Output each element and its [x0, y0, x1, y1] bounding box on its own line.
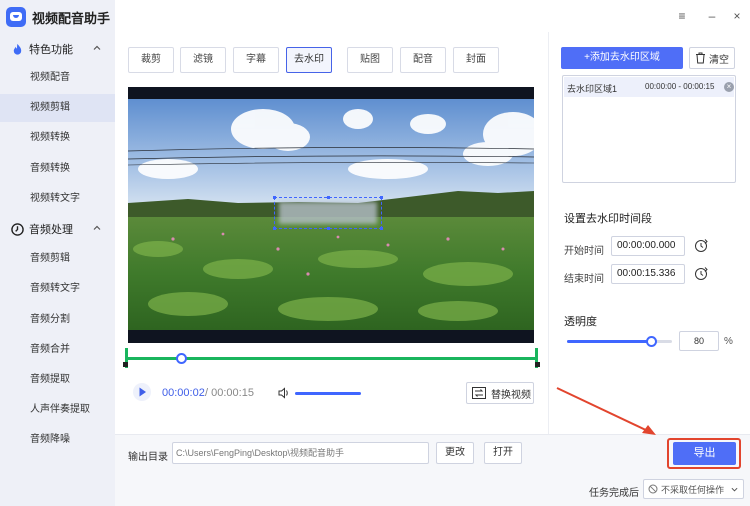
playhead-handle[interactable]	[176, 353, 188, 364]
chevron-up-icon	[93, 45, 101, 50]
start-time-label: 开始时间	[564, 246, 604, 257]
sidebar-item-audio-editing[interactable]: 音频剪辑	[0, 245, 115, 273]
video-preview[interactable]	[128, 87, 534, 343]
sidebar-item-audio-merge[interactable]: 音频合并	[0, 336, 115, 364]
section-audio-label: 音频处理	[29, 224, 73, 236]
output-dir-label: 输出目录	[128, 452, 168, 463]
region-name: 去水印区域1	[567, 84, 618, 94]
clock-icon	[11, 222, 24, 236]
flame-icon	[13, 43, 22, 55]
opacity-slider-thumb[interactable]	[646, 336, 657, 347]
chevron-up-icon	[93, 225, 101, 230]
clear-label: 清空	[709, 54, 729, 66]
resize-handle[interactable]	[273, 196, 276, 199]
sidebar-item-video-convert[interactable]: 视频转换	[0, 124, 115, 152]
opacity-slider-fill	[567, 340, 651, 343]
tab-sticker[interactable]: 贴图	[347, 47, 393, 73]
sidebar: 视频配音助手 特色功能 视频配音 视频剪辑 视频转换 音频转换 视频转文字 音频…	[0, 0, 115, 506]
output-path-field[interactable]: C:\Users\FengPing\Desktop\视频配音助手	[172, 442, 429, 464]
export-button[interactable]: 导出	[673, 442, 736, 465]
sidebar-item-audio-split[interactable]: 音频分割	[0, 306, 115, 334]
sidebar-item-video-dubbing[interactable]: 视频配音	[0, 64, 115, 92]
sidebar-item-audio-extract[interactable]: 音频提取	[0, 366, 115, 394]
trash-icon	[696, 52, 705, 64]
after-task-label: 任务完成后	[589, 488, 639, 499]
range-start-cap	[123, 362, 128, 367]
after-task-select[interactable]: 不采取任何操作	[643, 479, 744, 499]
close-button[interactable]: ×	[731, 10, 743, 22]
replace-video-icon	[472, 387, 486, 399]
replace-video-button[interactable]: 替换视频	[466, 382, 534, 404]
play-icon[interactable]	[133, 383, 151, 401]
sidebar-item-video-editing[interactable]: 视频剪辑	[0, 94, 115, 122]
opacity-unit: %	[724, 336, 733, 347]
list-item[interactable]: 去水印区域1 00:00:00 - 00:00:15 ×	[564, 77, 734, 97]
clock-reset-icon[interactable]	[694, 266, 709, 281]
tab-subtitle[interactable]: 字幕	[233, 47, 279, 73]
timeline-track[interactable]	[128, 357, 538, 360]
tab-remove-watermark[interactable]: 去水印	[286, 47, 332, 73]
current-time: 00:00:02	[162, 387, 205, 399]
app-logo-icon	[6, 7, 26, 27]
remove-region-icon[interactable]: ×	[724, 82, 734, 92]
replace-video-label: 替换视频	[491, 389, 531, 401]
sidebar-item-audio-convert[interactable]: 音频转换	[0, 155, 115, 183]
app-title: 视频配音助手	[32, 10, 111, 26]
resize-handle[interactable]	[327, 227, 330, 230]
range-end-cap	[535, 362, 540, 367]
add-watermark-region-button[interactable]: +添加去水印区域	[561, 47, 683, 69]
tab-dubbing[interactable]: 配音	[400, 47, 446, 73]
section-features[interactable]: 特色功能	[0, 37, 115, 61]
volume-slider[interactable]	[295, 392, 361, 395]
change-dir-button[interactable]: 更改	[436, 442, 474, 464]
no-action-icon	[648, 484, 658, 494]
clock-reset-icon[interactable]	[694, 238, 709, 253]
total-time: / 00:00:15	[205, 387, 254, 399]
region-time: 00:00:00 - 00:00:15	[645, 82, 715, 91]
minimize-button[interactable]: –	[706, 10, 718, 22]
section-features-label: 特色功能	[29, 44, 73, 56]
open-dir-button[interactable]: 打开	[484, 442, 522, 464]
end-time-label: 结束时间	[564, 274, 604, 285]
menu-button[interactable]: ≡	[676, 10, 688, 22]
watermark-blur	[279, 202, 377, 224]
end-time-field[interactable]: 00:00:15.336	[611, 264, 685, 284]
resize-handle[interactable]	[380, 227, 383, 230]
sidebar-item-video-to-text[interactable]: 视频转文字	[0, 185, 115, 213]
chevron-down-icon	[731, 487, 738, 492]
tab-crop[interactable]: 裁剪	[128, 47, 174, 73]
resize-handle[interactable]	[327, 196, 330, 199]
start-time-field[interactable]: 00:00:00.000	[611, 236, 685, 256]
after-task-value: 不采取任何操作	[661, 484, 725, 495]
sidebar-item-vocal-separation[interactable]: 人声伴奏提取	[0, 396, 115, 424]
resize-handle[interactable]	[380, 196, 383, 199]
clear-button[interactable]: 清空	[689, 47, 735, 69]
app-header: 视频配音助手	[6, 5, 110, 29]
section-audio[interactable]: 音频处理	[0, 217, 115, 241]
resize-handle[interactable]	[273, 227, 276, 230]
sidebar-item-audio-to-text[interactable]: 音频转文字	[0, 275, 115, 303]
watermark-region-list: 去水印区域1 00:00:00 - 00:00:15 ×	[562, 75, 736, 183]
sidebar-item-audio-denoise[interactable]: 音频降噪	[0, 426, 115, 454]
watermark-selection-box[interactable]	[273, 196, 383, 230]
opacity-slider[interactable]	[567, 336, 672, 347]
tab-cover[interactable]: 封面	[453, 47, 499, 73]
time-range-title: 设置去水印时间段	[564, 213, 652, 225]
opacity-title: 透明度	[564, 316, 597, 328]
opacity-value-field[interactable]: 80	[679, 331, 719, 351]
timeline[interactable]	[123, 346, 540, 368]
volume-icon[interactable]	[277, 386, 291, 400]
tab-filter[interactable]: 滤镜	[180, 47, 226, 73]
app-window: 视频配音助手 特色功能 视频配音 视频剪辑 视频转换 音频转换 视频转文字 音频…	[0, 0, 750, 506]
